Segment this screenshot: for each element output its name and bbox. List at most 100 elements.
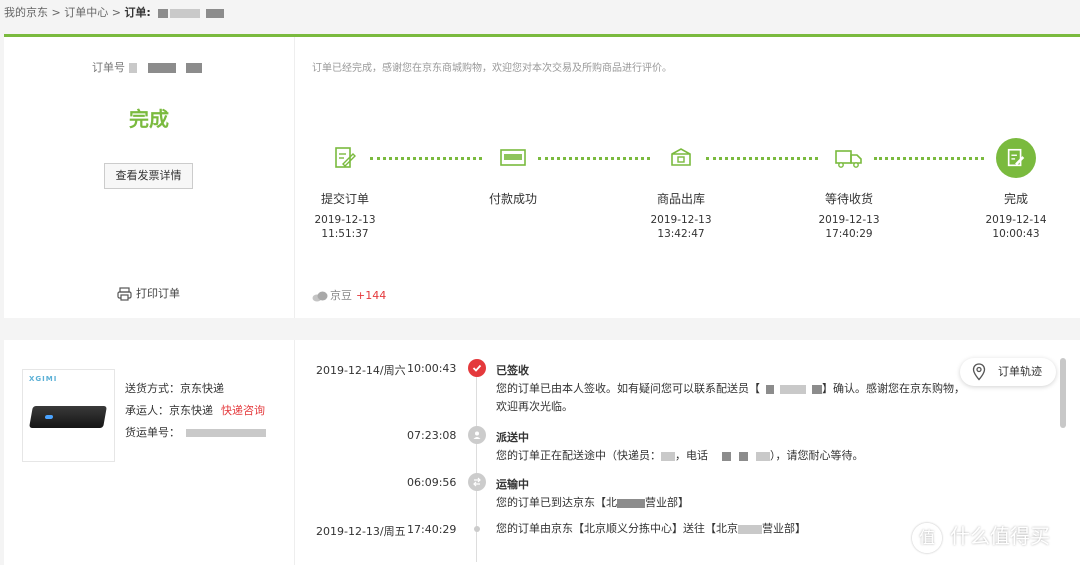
redacted-order-number [128, 63, 137, 73]
progress-connector [370, 157, 482, 161]
delivery-method-label: 送货方式： [125, 382, 180, 395]
breadcrumb-separator: > [108, 6, 125, 19]
tracking-scrollbar[interactable] [1060, 358, 1066, 428]
event-desc-text: 您的订单已到达京东【北 [496, 496, 617, 509]
redacted-order-number [185, 63, 202, 73]
watermark-logo-icon: 值 [912, 522, 942, 553]
progress-step-shipped: 商品出库 2019-12-13 13:42:47 [649, 138, 713, 241]
step-label: 付款成功 [488, 192, 537, 206]
print-order-link[interactable]: 打印订单 [117, 285, 180, 301]
order-number-label: 订单号 [92, 61, 125, 74]
jd-beans-reward: 京豆 +144 [312, 287, 386, 303]
event-title: 派送中 [496, 431, 529, 444]
redacted-order-id [206, 8, 225, 18]
event-description: 您的订单已由本人签收。如有疑问您可以联系配送员【 】确认。感谢您在京东购物，欢迎再… [496, 380, 966, 416]
order-track-button[interactable]: 订单轨迹 [960, 358, 1056, 386]
timeline-dot [474, 526, 480, 532]
step-time: 10:00:43 [992, 228, 1040, 240]
step-label: 商品出库 [656, 192, 705, 206]
order-summary: 订单号 完成 查看发票详情 打印订单 [4, 37, 294, 318]
step-date: 2019-12-13 [650, 214, 712, 226]
event-time: 17:40:29 [407, 523, 457, 536]
step-date: 2019-12-13 [818, 214, 880, 226]
printer-icon [117, 287, 132, 301]
payment-card-icon [493, 138, 533, 178]
progress-connector [538, 157, 650, 161]
step-time: 17:40:29 [825, 228, 873, 240]
waybill-label: 货运单号： [125, 426, 180, 439]
event-desc-mid: ，电话 [675, 449, 708, 462]
event-date: 2019-12-13/周五 [316, 525, 406, 538]
projector-image [29, 406, 107, 428]
redacted-location [617, 498, 645, 508]
print-order-label: 打印订单 [136, 287, 180, 300]
shipping-info: 送货方式：京东快递 承运人：京东快递 快递咨询 货运单号： [125, 378, 266, 444]
carrier-label: 承运人： [125, 404, 169, 417]
event-title: 运输中 [496, 478, 529, 491]
redacted-phone [739, 451, 748, 461]
edit-doc-icon [325, 138, 365, 178]
truck-icon [829, 138, 869, 178]
step-label: 等待收货 [824, 192, 873, 206]
redacted-phone [722, 451, 731, 461]
delivery-method-value: 京东快递 [180, 382, 224, 395]
event-description: 您的订单已到达京东【北 营业部】 [496, 494, 689, 512]
progress-connector [874, 157, 984, 161]
event-date: 2019-12-14/周六 [316, 364, 406, 377]
step-label: 完成 [1003, 192, 1028, 206]
step-date: 2019-12-13 [314, 214, 376, 226]
product-brand-logo: XGIMI [29, 375, 58, 383]
redacted-order-id [158, 8, 169, 18]
order-progress: 订单已经完成，感谢您在京东商城购物，欢迎您对本次交易及所购商品进行评价。 提交订… [295, 37, 1080, 318]
package-icon [661, 138, 701, 178]
progress-step-awaiting: 等待收货 2019-12-13 17:40:29 [817, 138, 881, 241]
step-date: 2019-12-14 [985, 214, 1047, 226]
breadcrumb-separator: > [48, 6, 65, 19]
courier-consult-link[interactable]: 快递咨询 [221, 404, 265, 417]
event-desc-tail: ），请您耐心等待。 [770, 449, 864, 462]
step-time: 11:51:37 [321, 228, 369, 240]
event-time: 07:23:08 [407, 429, 457, 442]
order-track-label: 订单轨迹 [998, 365, 1042, 378]
redacted-phone [756, 451, 770, 461]
redacted-waybill [186, 429, 266, 437]
watermark-text: 什么值得买 [950, 524, 1050, 548]
carrier-value: 京东快递 [169, 404, 213, 417]
event-desc-text: 您的订单由京东【北京顺义分拣中心】送往【北京 [496, 522, 738, 535]
beans-label: 京豆 [330, 289, 352, 302]
event-description: 您的订单正在配送途中（快递员： ，电话 ），请您耐心等待。 [496, 447, 864, 465]
progress-connector [706, 157, 818, 161]
progress-step-complete: 完成 2019-12-14 10:00:43 [984, 138, 1048, 241]
bean-icon [312, 291, 328, 301]
watermark: 值什么值得买 [912, 520, 1050, 553]
redacted-courier [780, 384, 806, 394]
redacted-location [738, 524, 762, 534]
event-desc-tail: 营业部】 [645, 496, 689, 509]
location-pin-icon [972, 363, 986, 381]
transit-icon [468, 473, 486, 491]
delivery-person-icon [468, 426, 486, 444]
redacted-courier [766, 384, 774, 394]
redacted-courier [661, 451, 675, 461]
product-image[interactable]: XGIMI [22, 369, 115, 462]
redacted-courier [812, 384, 822, 394]
event-time: 10:00:43 [407, 362, 457, 375]
progress-step-paid: 付款成功 [481, 138, 545, 207]
order-status-title: 完成 [129, 107, 169, 131]
step-label: 提交订单 [320, 192, 369, 206]
breadcrumb-order-center[interactable]: 订单中心 [64, 6, 108, 19]
redacted-order-id [170, 8, 201, 18]
event-desc-tail: 营业部】 [762, 522, 806, 535]
progress-step-submit: 提交订单 2019-12-13 11:51:37 [313, 138, 377, 241]
event-description: 您的订单由京东【北京顺义分拣中心】送往【北京 营业部】 [496, 520, 806, 538]
order-complete-notice: 订单已经完成，感谢您在京东商城购物，欢迎您对本次交易及所购商品进行评价。 [312, 63, 672, 74]
timeline-line [476, 372, 477, 562]
view-invoice-button[interactable]: 查看发票详情 [104, 163, 193, 189]
event-time: 06:09:56 [407, 476, 457, 489]
breadcrumb-home[interactable]: 我的京东 [4, 6, 48, 19]
event-title: 已签收 [496, 364, 529, 377]
redacted-order-number [148, 63, 176, 73]
signed-check-icon [468, 359, 486, 377]
complete-doc-icon [996, 138, 1036, 178]
panel-divider [294, 340, 295, 565]
